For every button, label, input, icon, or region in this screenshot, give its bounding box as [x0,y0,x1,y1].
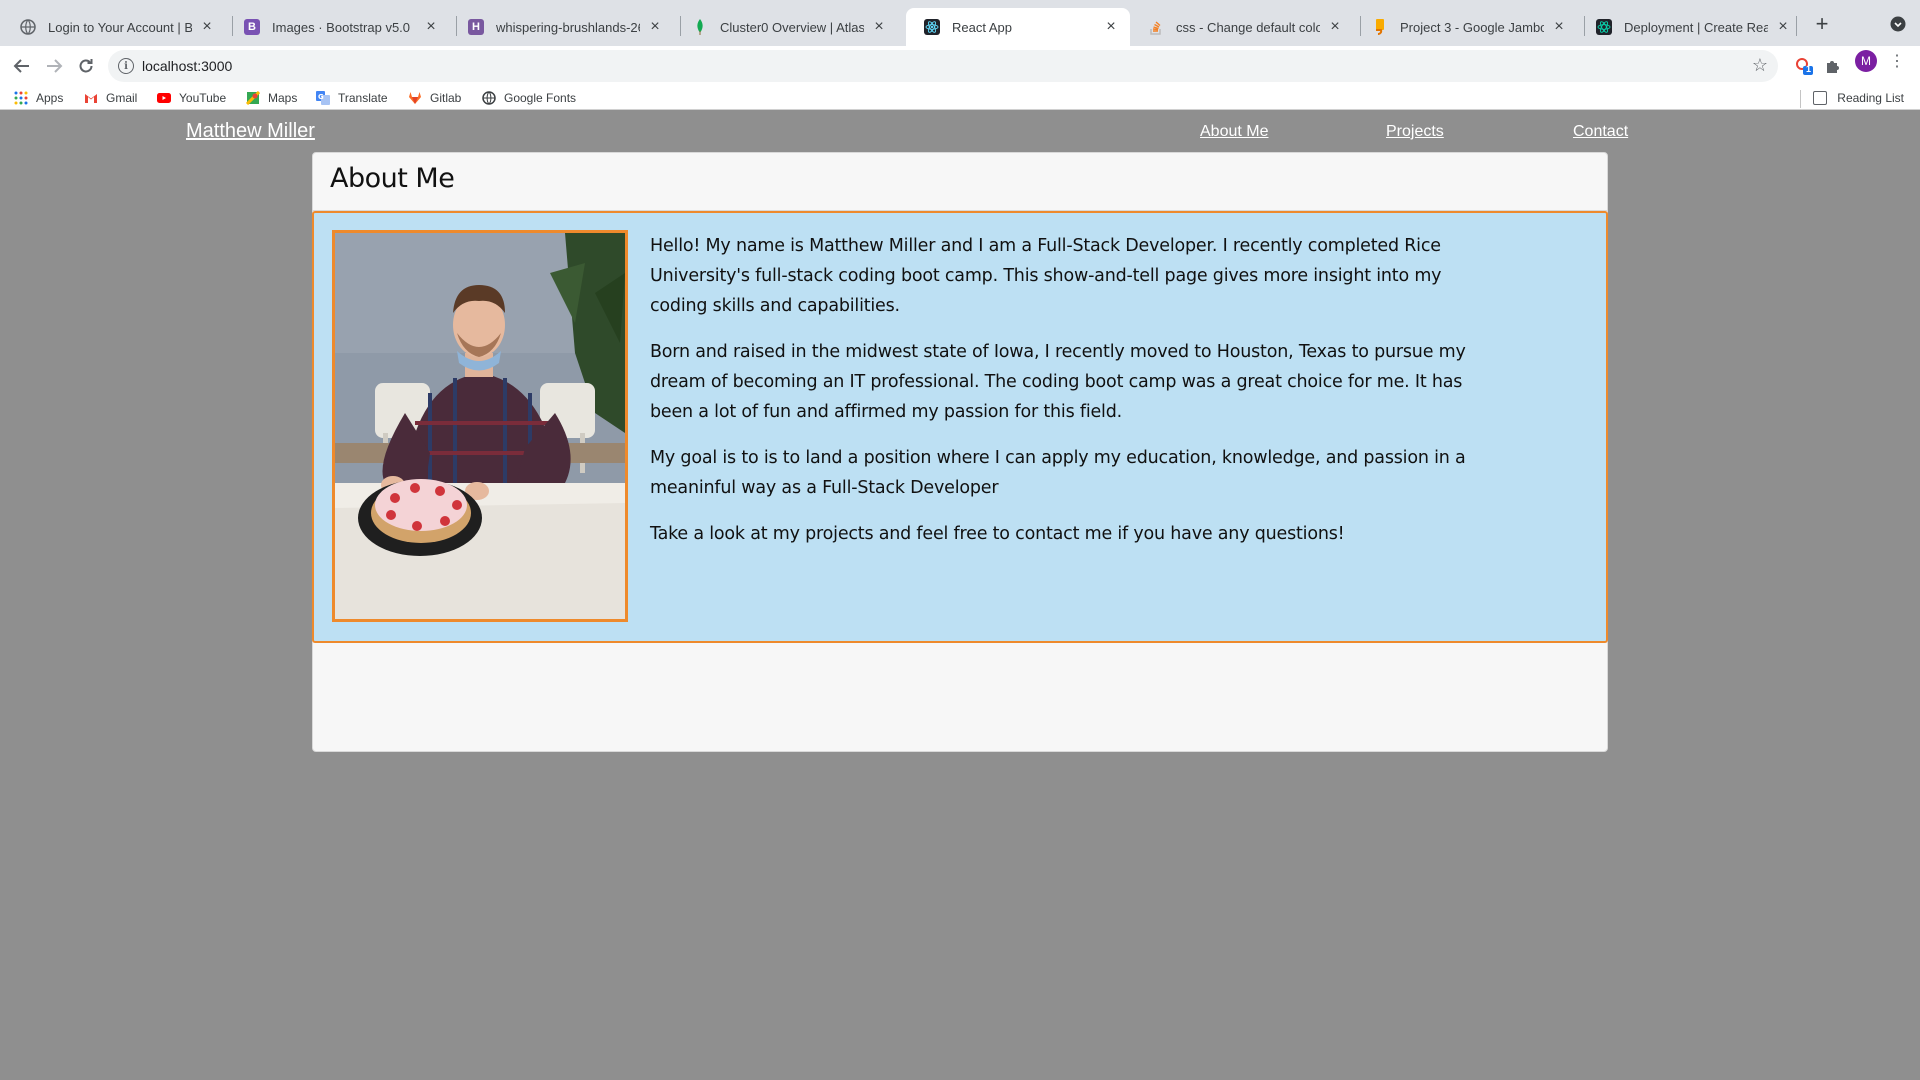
profile-photo-image [335,233,625,619]
bio-paragraph: My goal is to is to land a position wher… [650,448,1466,498]
profile-avatar[interactable]: M [1855,50,1877,72]
new-tab-button[interactable]: + [1808,10,1836,38]
arrow-left-icon [13,59,29,73]
stackoverflow-icon [1148,19,1164,35]
bookmark-gmail[interactable]: Gmail [84,88,137,108]
close-icon[interactable]: × [1326,18,1344,36]
back-button[interactable] [8,52,36,80]
bookmark-label: Google Fonts [504,91,577,105]
bookmark-label: Gmail [106,91,138,105]
react-icon [924,19,940,35]
nav-link-projects[interactable]: Projects [1386,123,1444,141]
bookmark-maps[interactable]: Maps [246,88,297,108]
bookmark-gitlab[interactable]: Gitlab [408,88,461,108]
bookmark-label: Apps [36,91,64,105]
bookmark-star-icon[interactable]: ☆ [1752,55,1768,76]
card-header: About Me [313,153,1607,211]
globe-icon [20,19,36,35]
page-title: About Me [330,163,455,194]
chevron-down-icon [1890,16,1906,32]
address-bar[interactable]: i localhost:3000 ☆ [108,50,1778,82]
url-text[interactable]: localhost:3000 [142,58,232,74]
tab-separator [1796,16,1797,36]
nav-link-contact[interactable]: Contact [1573,123,1628,141]
puzzle-piece-icon [1827,61,1839,73]
heroku-icon: H [468,19,484,35]
react-icon [1596,19,1612,35]
close-icon[interactable]: × [870,18,888,36]
svg-text:G: G [318,93,324,101]
tab-search-button[interactable] [1888,14,1908,34]
tab-stackoverflow[interactable]: css - Change default color o × [1130,8,1354,46]
gmail-icon [84,91,98,105]
about-card: About Me Hello! My name is Matthew Mille… [312,152,1608,752]
site-brand-link[interactable]: Matthew Miller [186,120,315,143]
reload-button[interactable] [72,52,100,80]
tab-title: Cluster0 Overview | Atlas: M [720,19,864,35]
tab-cra-deployment[interactable]: Deployment | Create React A × [1578,8,1802,46]
bookmarks-bar: Apps Gmail YouTube Maps G Translate Gitl… [0,86,1920,110]
bootstrap-icon: B [244,19,260,35]
tab-title: Images · Bootstrap v5.0 [272,19,411,35]
forward-button[interactable] [40,52,68,80]
bookmark-label: Gitlab [430,91,462,105]
globe-icon [482,91,496,105]
bookmark-apps[interactable]: Apps [14,88,63,108]
reading-list-icon [1813,91,1828,105]
tab-title: Deployment | Create React A [1624,19,1768,35]
tab-jamboard[interactable]: Project 3 - Google Jamboard × [1354,8,1578,46]
extension-badge-button[interactable]: 1 [1794,56,1814,76]
reload-icon [79,59,93,73]
about-bio: Hello! My name is Matthew Miller and I a… [650,231,1490,565]
bookmarks-divider [1800,90,1801,108]
bookmark-translate[interactable]: G Translate [316,88,388,108]
close-icon[interactable]: × [646,18,664,36]
close-icon[interactable]: × [198,18,216,36]
tab-strip: Login to Your Account | Boot × B Images … [0,0,1920,46]
nav-link-about-me[interactable]: About Me [1200,123,1268,141]
browser-toolbar: i localhost:3000 ☆ 1 [0,46,1920,86]
tab-title: React App [952,19,1012,35]
extension-badge-count: 1 [1806,64,1812,74]
extensions-button[interactable] [1823,56,1843,76]
tab-login[interactable]: Login to Your Account | Boot × [2,8,226,46]
tab-bootstrap-images[interactable]: B Images · Bootstrap v5.0 × [226,8,450,46]
jamboard-icon [1372,19,1388,35]
apps-grid-icon [14,91,28,105]
tab-title: Login to Your Account | Boot [48,19,192,35]
mongodb-leaf-icon [692,19,708,35]
bio-paragraph: Take a look at my projects and feel free… [650,524,1345,544]
arrow-right-icon [47,59,63,73]
bookmark-label: Maps [268,91,298,105]
reading-list-button[interactable]: Reading List [1813,88,1904,108]
gitlab-icon [408,91,422,105]
bio-paragraph: Born and raised in the midwest state of … [650,342,1466,422]
close-icon[interactable]: × [1102,18,1120,36]
reading-list-label: Reading List [1837,91,1904,105]
tab-react-app[interactable]: React App × [906,8,1130,46]
card-body: Hello! My name is Matthew Miller and I a… [312,211,1608,643]
close-icon[interactable]: × [1550,18,1568,36]
bookmark-label: YouTube [179,91,227,105]
info-icon[interactable]: i [118,58,134,74]
bookmark-youtube[interactable]: YouTube [157,88,226,108]
translate-icon: G [316,91,330,105]
bio-paragraph: Hello! My name is Matthew Miller and I a… [650,236,1442,316]
tab-title: whispering-brushlands-261 [496,19,640,35]
bookmark-google-fonts[interactable]: Google Fonts [482,88,576,108]
tab-title: Project 3 - Google Jamboard [1400,19,1544,35]
tab-heroku[interactable]: H whispering-brushlands-261 × [450,8,674,46]
tab-mongodb-atlas[interactable]: Cluster0 Overview | Atlas: M × [674,8,898,46]
browser-menu-icon[interactable]: ⋮ [1888,50,1906,72]
profile-photo [332,230,628,622]
tab-title: css - Change default color o [1176,19,1320,35]
youtube-icon [157,91,171,105]
bookmark-label: Translate [338,91,388,105]
close-icon[interactable]: × [422,18,440,36]
maps-icon [246,91,260,105]
page-viewport: Matthew Miller About Me Projects Contact… [0,110,1920,1080]
close-icon[interactable]: × [1774,18,1792,36]
